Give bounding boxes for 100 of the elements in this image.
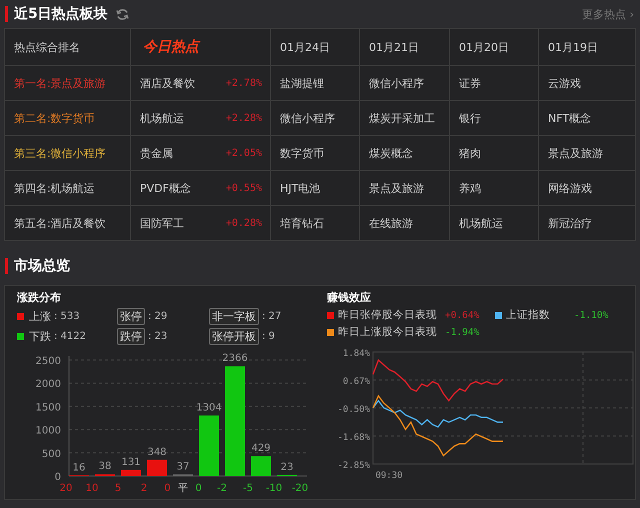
x-tick-label: 平 bbox=[178, 483, 188, 494]
sector-name[interactable]: 微信小程序 bbox=[280, 110, 335, 126]
sector-name[interactable]: 云游戏 bbox=[548, 76, 581, 90]
column-header: 01月24日 bbox=[280, 40, 330, 54]
change-percent: -1.10% bbox=[574, 310, 608, 320]
sector-name[interactable]: 盐湖提锂 bbox=[280, 76, 324, 90]
legend-label: 昨日上涨股今日表现 bbox=[338, 325, 437, 339]
y-tick-label: 1500 bbox=[36, 402, 61, 414]
panel-title: 涨跌分布 bbox=[17, 290, 62, 305]
change-percent: +0.64% bbox=[445, 310, 480, 320]
panel-title: 赚钱效应 bbox=[327, 290, 372, 305]
legend-label: 下跌 bbox=[29, 329, 51, 344]
x-tick-label: -20 bbox=[292, 483, 308, 494]
legend-label: 上涨 bbox=[29, 309, 51, 324]
count-value: : 29 bbox=[148, 311, 168, 322]
x-tick-label: 10 bbox=[86, 483, 98, 494]
count-value: : 27 bbox=[262, 311, 282, 322]
sector-name[interactable]: 在线旅游 bbox=[369, 216, 413, 230]
y-tick-label: 1000 bbox=[36, 426, 61, 437]
rank-label[interactable]: 第四名:机场航运 bbox=[14, 180, 95, 196]
column-header: 01月20日 bbox=[459, 40, 509, 54]
refresh-icon[interactable] bbox=[116, 8, 129, 20]
rank-label[interactable]: 第二名:数字货币 bbox=[14, 110, 95, 126]
x-tick-label: 09:30 bbox=[375, 471, 403, 481]
count-value: : 9 bbox=[262, 331, 275, 342]
x-tick-label: 5 bbox=[114, 483, 122, 494]
sector-name[interactable]: 机场航运 bbox=[140, 110, 184, 126]
bar-value-label: 37 bbox=[176, 461, 190, 472]
bar bbox=[251, 456, 271, 476]
change-percent: +2.78% bbox=[226, 78, 262, 88]
sector-name[interactable]: 贵金属 bbox=[140, 146, 173, 160]
bar-value-label: 38 bbox=[98, 461, 112, 472]
change-percent: +0.55% bbox=[226, 182, 262, 194]
y-tick-label: 0 bbox=[54, 472, 61, 483]
sector-name[interactable]: 数字货币 bbox=[280, 146, 324, 160]
count-value: : 23 bbox=[148, 331, 168, 342]
y-tick-label: 500 bbox=[42, 448, 61, 460]
bar bbox=[147, 460, 167, 476]
sector-name[interactable]: 煤炭开采加工 bbox=[369, 110, 435, 126]
x-tick-label: 20 bbox=[60, 483, 72, 494]
bar-value-label: 23 bbox=[280, 462, 294, 473]
column-header: 今日热点 bbox=[142, 38, 199, 56]
column-header: 热点综合排名 bbox=[14, 40, 80, 54]
bar bbox=[121, 470, 141, 476]
x-tick-label: 2 bbox=[140, 483, 148, 494]
bar bbox=[199, 416, 219, 476]
y-tick-label: -2.85% bbox=[337, 461, 370, 471]
sector-name[interactable]: PVDF概念 bbox=[140, 180, 191, 196]
count-value: : 533 bbox=[54, 311, 80, 322]
change-percent: +2.05% bbox=[226, 148, 262, 158]
section-title: 市场总览 bbox=[14, 257, 70, 275]
sector-name[interactable]: NFT概念 bbox=[548, 110, 592, 126]
x-tick-label: 0 bbox=[164, 483, 171, 494]
sector-name[interactable]: 景点及旅游 bbox=[369, 180, 424, 196]
legend-label: 昨日张停股今日表现 bbox=[338, 308, 437, 322]
bar-value-label: 16 bbox=[72, 462, 86, 474]
y-tick-label: 2500 bbox=[36, 356, 61, 367]
x-tick-label: -5 bbox=[243, 483, 253, 494]
legend-label: 上证指数 bbox=[506, 308, 551, 322]
x-tick-label: -2 bbox=[217, 483, 227, 494]
x-tick-label: 0 bbox=[195, 483, 202, 494]
change-percent: -1.94% bbox=[445, 326, 480, 338]
column-header: 01月19日 bbox=[548, 40, 598, 54]
sector-name[interactable]: 培育钻石 bbox=[280, 216, 324, 230]
y-tick-label: 1.84% bbox=[342, 349, 370, 359]
y-tick-label: 2000 bbox=[36, 379, 61, 390]
column-header: 01月21日 bbox=[369, 40, 419, 54]
sector-name[interactable]: 网络游戏 bbox=[548, 180, 592, 196]
rank-label[interactable]: 第三名:微信小程序 bbox=[14, 146, 106, 160]
sector-name[interactable]: 酒店及餐饮 bbox=[140, 76, 195, 90]
change-percent: +2.28% bbox=[226, 112, 262, 124]
sector-name[interactable]: 景点及旅游 bbox=[548, 146, 603, 160]
stat-tag[interactable]: 非一字板 bbox=[209, 308, 259, 325]
sector-name[interactable]: 微信小程序 bbox=[369, 76, 424, 90]
x-tick-label: -10 bbox=[266, 483, 282, 494]
sector-name[interactable]: 国防军工 bbox=[140, 216, 184, 230]
sector-name[interactable]: 养鸡 bbox=[459, 180, 481, 196]
bar-value-label: 348 bbox=[147, 446, 167, 458]
y-tick-label: -1.68% bbox=[337, 433, 370, 444]
section-title: 近5日热点板块 bbox=[14, 5, 108, 23]
y-tick-label: -0.50% bbox=[337, 404, 370, 415]
sector-name[interactable]: 银行 bbox=[459, 110, 481, 126]
bar-value-label: 429 bbox=[251, 443, 271, 454]
sector-name[interactable]: 机场航运 bbox=[459, 216, 503, 230]
change-percent: +0.28% bbox=[226, 218, 262, 228]
stat-tag[interactable]: 张停 bbox=[117, 308, 145, 325]
stat-tag[interactable]: 张停开板 bbox=[209, 328, 259, 345]
bar-value-label: 131 bbox=[121, 456, 141, 468]
rank-label[interactable]: 第一名:景点及旅游 bbox=[14, 76, 106, 90]
sector-name[interactable]: 猪肉 bbox=[459, 146, 481, 160]
sector-name[interactable]: 新冠治疗 bbox=[548, 216, 592, 230]
count-value: : 4122 bbox=[54, 331, 86, 342]
sector-name[interactable]: 证券 bbox=[459, 76, 481, 90]
bar-value-label: 1304 bbox=[196, 402, 222, 414]
rank-label[interactable]: 第五名:酒店及餐饮 bbox=[14, 216, 106, 230]
bar-value-label: 2366 bbox=[222, 353, 248, 364]
stat-tag[interactable]: 跌停 bbox=[117, 328, 145, 345]
sector-name[interactable]: 煤炭概念 bbox=[369, 146, 413, 160]
y-tick-label: 0.67% bbox=[342, 376, 370, 387]
sector-name[interactable]: HJT电池 bbox=[280, 180, 320, 196]
